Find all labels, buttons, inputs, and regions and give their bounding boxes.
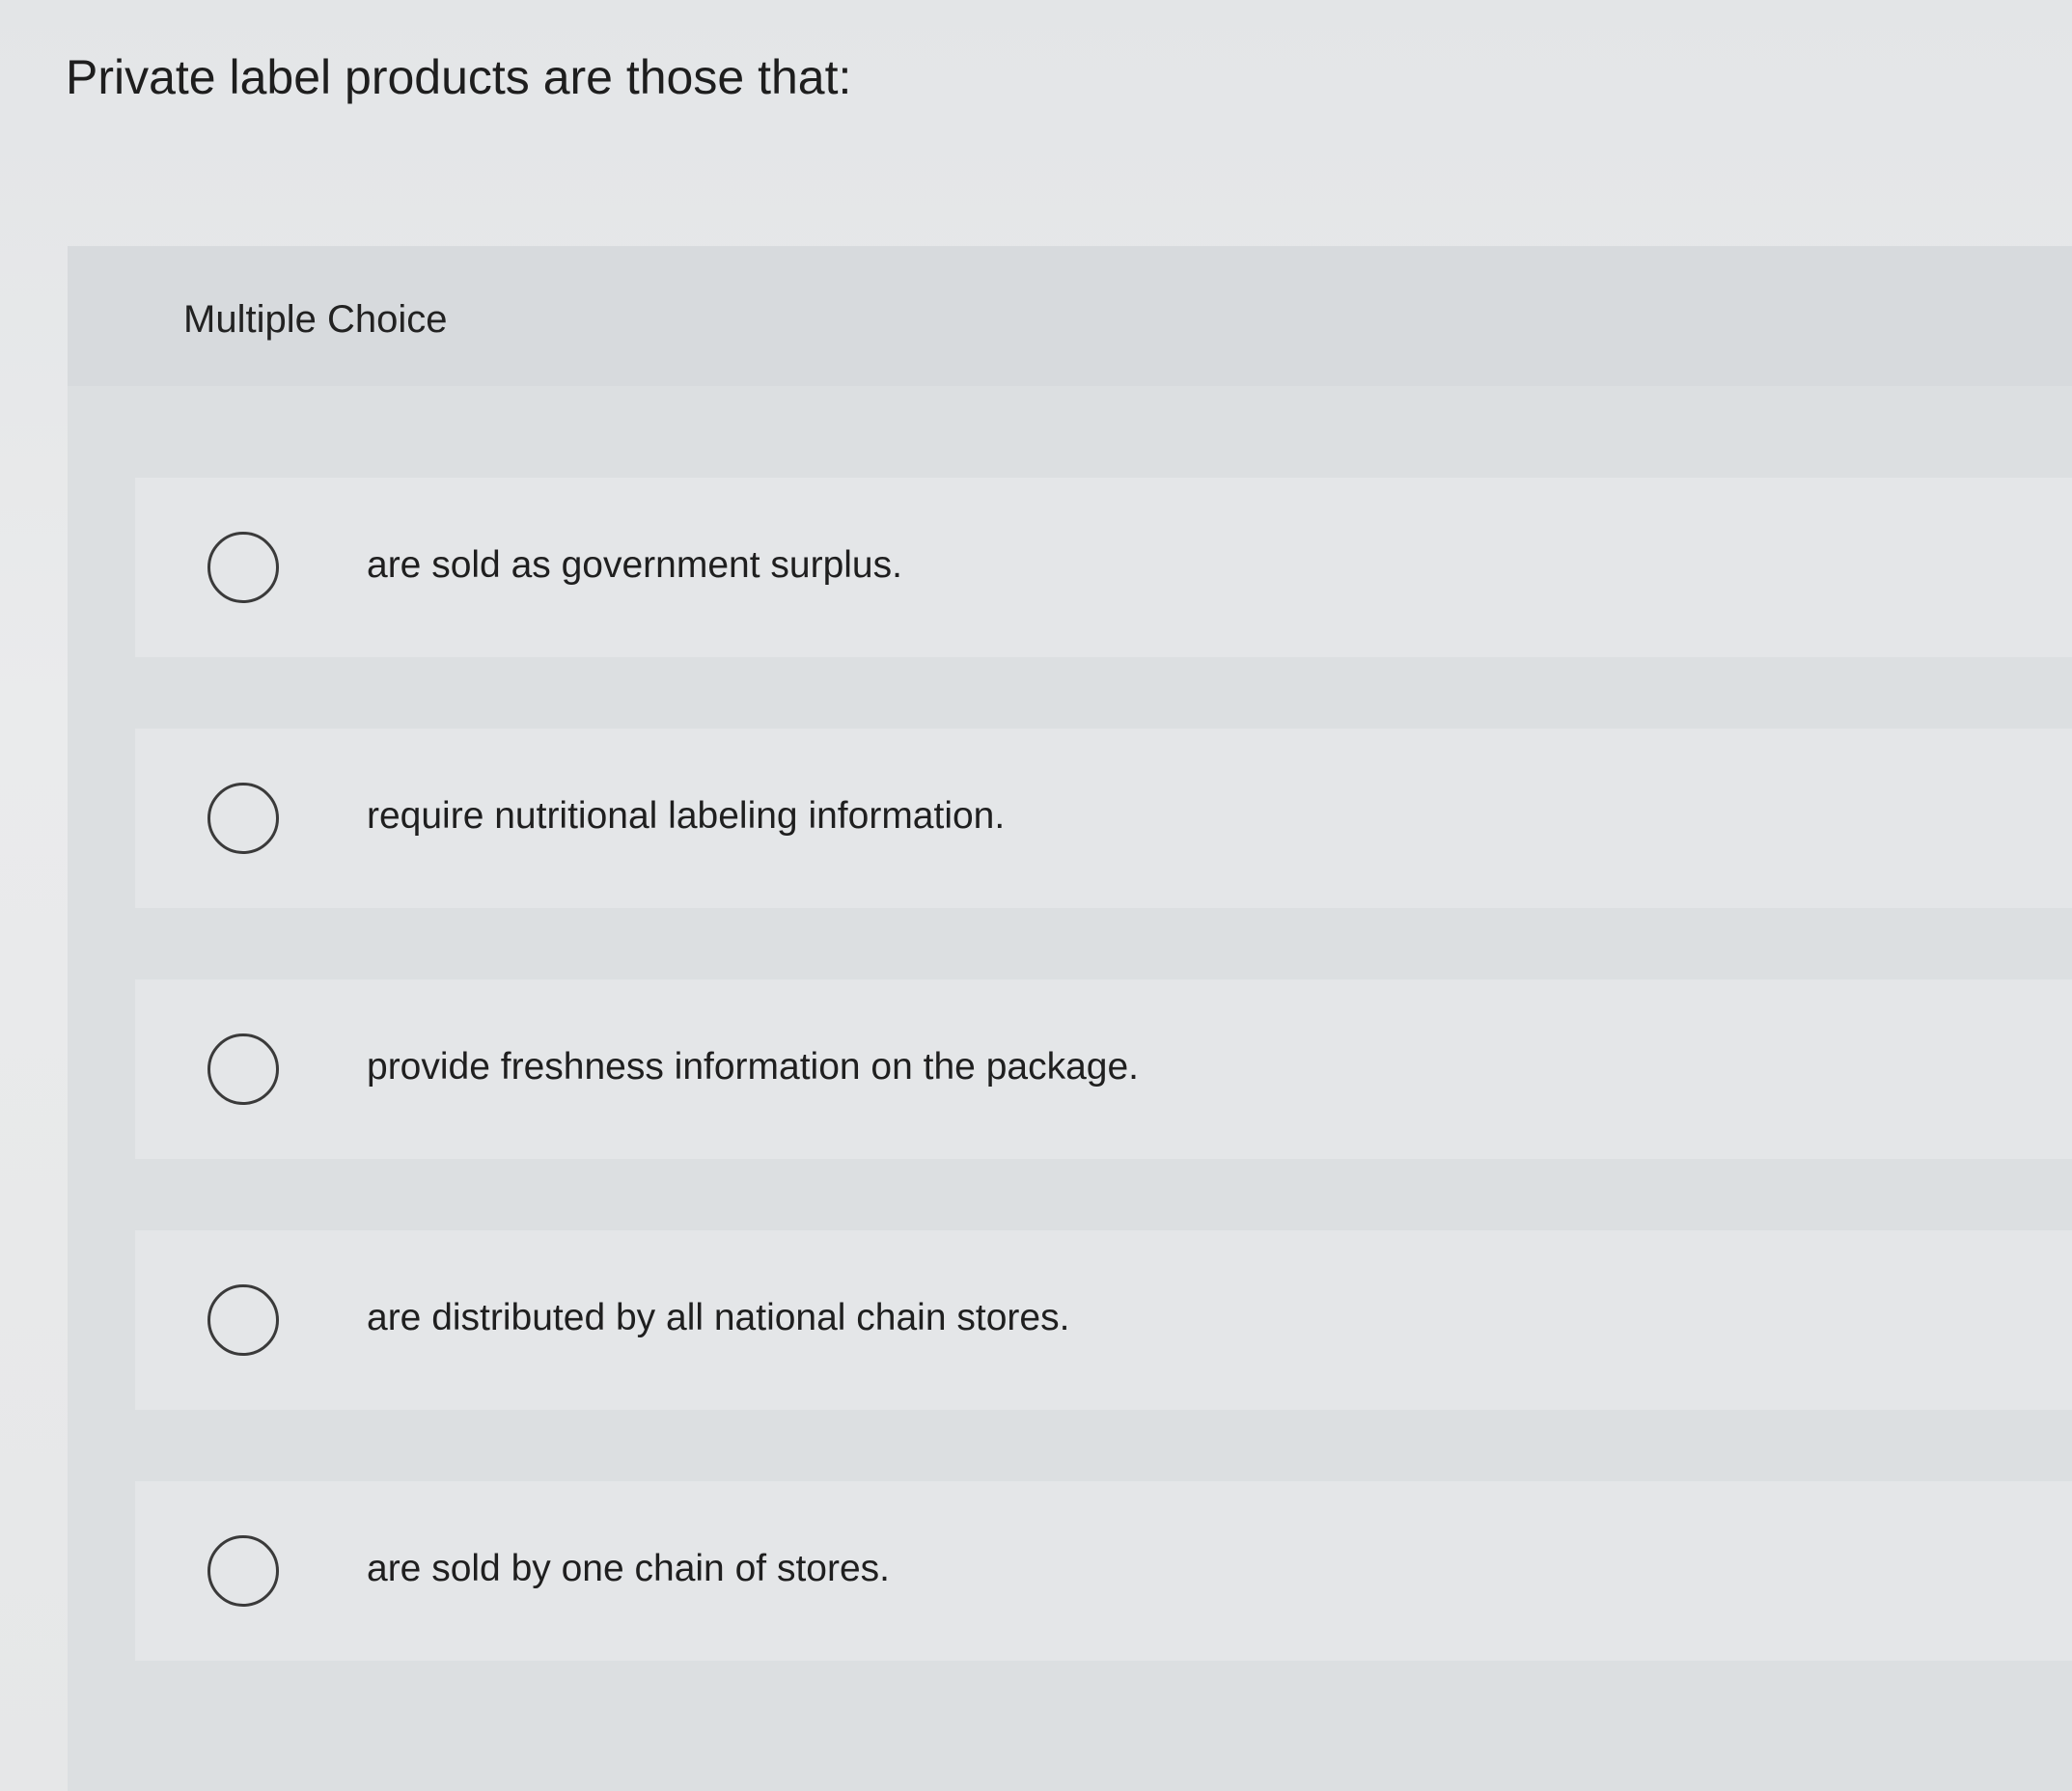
question-text: Private label products are those that: <box>66 50 852 104</box>
choice-label: are distributed by all national chain st… <box>367 1297 1070 1338</box>
choice-label: are sold by one chain of stores. <box>367 1548 890 1589</box>
panel-header: Multiple Choice <box>68 246 2072 386</box>
choice-list: are sold as government surplus. require … <box>135 478 2072 1732</box>
choice-label: require nutritional labeling information… <box>367 795 1006 837</box>
radio-button-icon[interactable] <box>207 532 279 603</box>
choice-label: are sold as government surplus. <box>367 544 902 586</box>
choice-label: provide freshness information on the pac… <box>367 1046 1139 1088</box>
radio-button-icon[interactable] <box>207 1535 279 1607</box>
choice-option-4[interactable]: are distributed by all national chain st… <box>135 1230 2072 1410</box>
choice-option-1[interactable]: are sold as government surplus. <box>135 478 2072 657</box>
radio-button-icon[interactable] <box>207 1033 279 1105</box>
radio-button-icon[interactable] <box>207 783 279 854</box>
radio-button-icon[interactable] <box>207 1284 279 1356</box>
multiple-choice-panel: Multiple Choice are sold as government s… <box>68 246 2072 1791</box>
choice-option-5[interactable]: are sold by one chain of stores. <box>135 1481 2072 1661</box>
panel-title: Multiple Choice <box>183 298 448 341</box>
choice-option-2[interactable]: require nutritional labeling information… <box>135 729 2072 908</box>
choice-option-3[interactable]: provide freshness information on the pac… <box>135 979 2072 1159</box>
page: Private label products are those that: M… <box>0 0 2072 1791</box>
